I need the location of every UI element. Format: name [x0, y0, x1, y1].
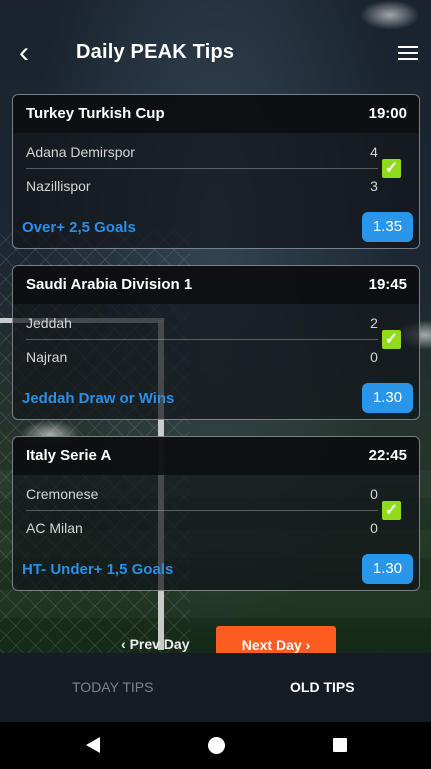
chevron-left-icon: ‹: [121, 636, 126, 652]
match-card-header: Turkey Turkish Cup 19:00: [13, 95, 419, 133]
away-score: 0: [370, 520, 378, 536]
away-team: AC Milan: [26, 520, 83, 536]
odds-badge[interactable]: 1.30: [362, 554, 413, 584]
away-score: 0: [370, 349, 378, 365]
match-time: 22:45: [368, 447, 407, 464]
prev-day-label: Prev Day: [129, 636, 190, 652]
won-check-icon: ✓: [382, 159, 401, 178]
tip-text: Jeddah Draw or Wins: [22, 390, 175, 407]
tip-text: Over+ 2,5 Goals: [22, 219, 136, 236]
match-card: Saudi Arabia Division 1 19:45 Jeddah 2 N…: [12, 265, 420, 420]
home-team: Cremonese: [26, 486, 99, 502]
tab-today-tips[interactable]: TODAY TIPS: [72, 679, 153, 695]
chevron-right-icon: ›: [305, 637, 311, 653]
tip-text: HT- Under+ 1,5 Goals: [22, 561, 174, 578]
match-time: 19:45: [368, 276, 407, 293]
nav-home-icon[interactable]: [208, 737, 225, 754]
match-card: Italy Serie A 22:45 Cremonese 0 AC Milan…: [12, 436, 420, 591]
divider: [26, 339, 378, 340]
away-team: Najran: [26, 349, 68, 365]
away-team: Nazillispor: [26, 178, 91, 194]
back-arrow-icon[interactable]: ‹: [12, 36, 36, 70]
away-score: 3: [370, 178, 378, 194]
match-card-header: Italy Serie A 22:45: [13, 437, 419, 475]
home-score: 4: [370, 144, 378, 160]
prev-day-button[interactable]: ‹ Prev Day: [121, 636, 190, 652]
nav-recents-icon[interactable]: [333, 738, 347, 752]
home-score: 0: [370, 486, 378, 502]
divider: [26, 168, 378, 169]
bottom-tab-bar: TODAY TIPS OLD TIPS: [0, 653, 431, 722]
system-navigation-bar: [0, 722, 431, 769]
odds-badge[interactable]: 1.30: [362, 383, 413, 413]
home-team: Jeddah: [26, 315, 72, 331]
app-bar: ‹ Daily PEAK Tips: [0, 0, 431, 90]
league-name: Saudi Arabia Division 1: [26, 276, 193, 293]
home-score: 2: [370, 315, 378, 331]
tab-old-tips[interactable]: OLD TIPS: [290, 679, 355, 695]
page-title: Daily PEAK Tips: [76, 41, 235, 63]
match-time: 19:00: [368, 105, 407, 122]
won-check-icon: ✓: [382, 501, 401, 520]
divider: [26, 510, 378, 511]
won-check-icon: ✓: [382, 330, 401, 349]
odds-badge[interactable]: 1.35: [362, 212, 413, 242]
league-name: Italy Serie A: [26, 447, 112, 464]
match-card: Turkey Turkish Cup 19:00 Adana Demirspor…: [12, 94, 420, 249]
hamburger-menu-icon[interactable]: [398, 44, 420, 62]
home-team: Adana Demirspor: [26, 144, 135, 160]
nav-back-icon[interactable]: [86, 737, 100, 753]
league-name: Turkey Turkish Cup: [26, 105, 165, 122]
match-card-header: Saudi Arabia Division 1 19:45: [13, 266, 419, 304]
next-day-label: Next Day: [241, 637, 302, 653]
